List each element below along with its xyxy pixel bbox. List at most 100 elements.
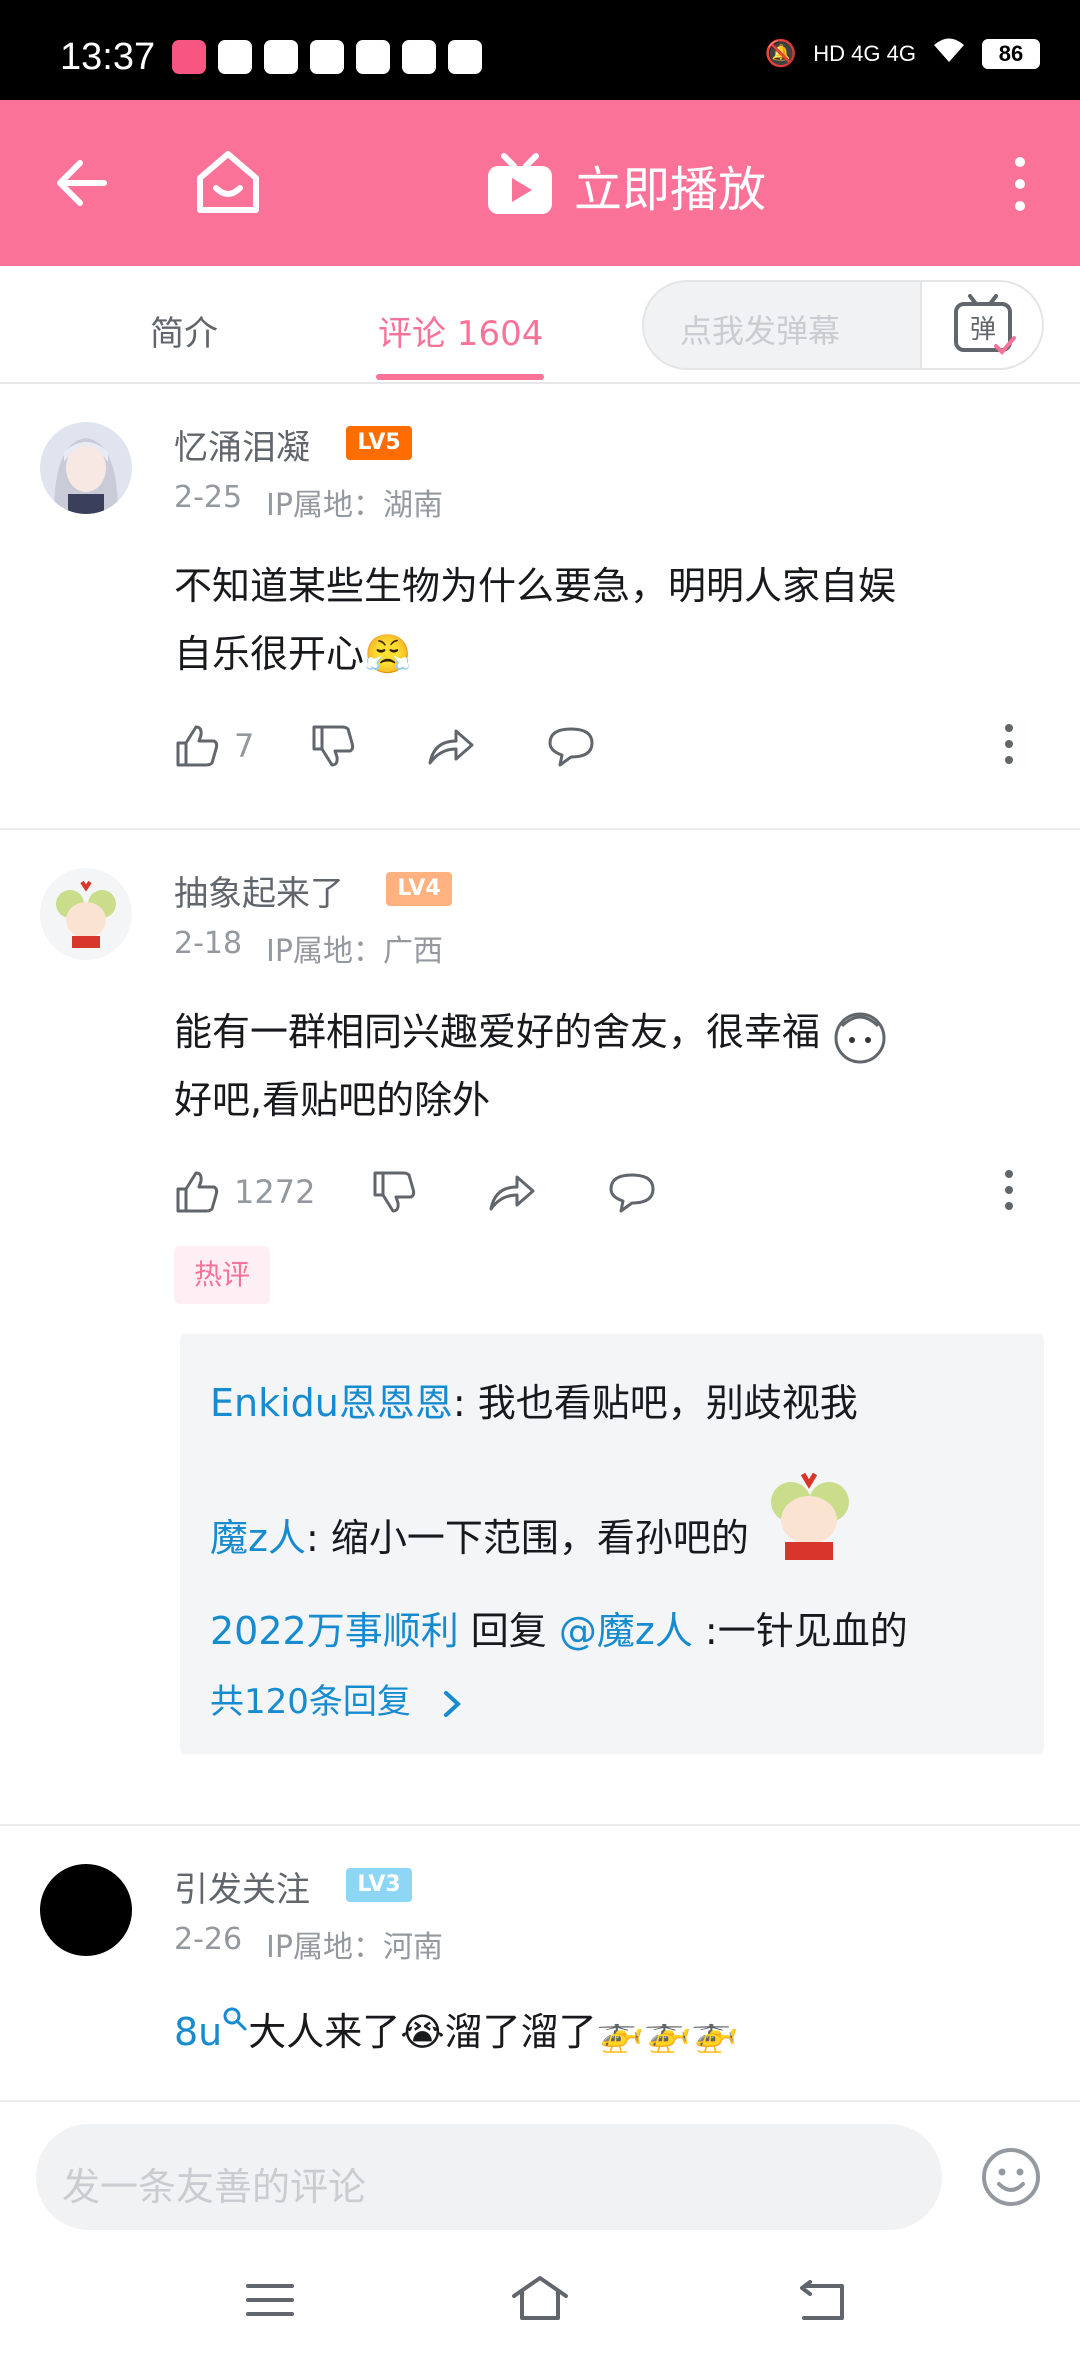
battery-indicator: 86 [982,38,1040,69]
like-button[interactable]: 1272 [174,1169,315,1215]
more-vertical-icon [1005,724,1013,764]
like-button[interactable]: 7 [174,723,254,769]
more-vertical-icon [1005,1170,1013,1210]
danmaku-placeholder: 点我发弹幕 [680,312,841,350]
danmaku-toggle-button[interactable]: 弹 [920,282,1042,368]
comment-bubble-icon [548,727,594,767]
divider [0,828,1080,830]
compass-notification-icon [356,40,390,74]
reply-mention[interactable]: @魔z人 [559,1609,693,1653]
search-link[interactable]: 8u [174,2010,222,2054]
comment-bubble-icon [609,1173,655,1213]
reply-mid: 回复 [458,1609,559,1653]
crown-notification-icon [264,40,298,74]
notification-icons [172,40,482,74]
back-return-icon [800,2280,844,2320]
play-notification-icon [310,40,344,74]
more-menu-button[interactable] [1010,156,1030,212]
comment-username[interactable]: 抽象起来了 [174,866,344,915]
reply-text: : 缩小一下范围，看孙吧的 [305,1516,749,1560]
system-home-button[interactable] [510,2274,570,2328]
view-all-replies-link[interactable]: 共120条回复 [210,1674,464,1723]
dislike-button[interactable] [310,723,370,769]
level-badge: LV4 [386,872,452,906]
recent-apps-button[interactable] [246,2280,294,2324]
avatar-chibi-image [40,868,132,960]
chevron-right-icon [443,1690,461,1717]
emoji-button[interactable] [980,2146,1042,2208]
share-icon [428,729,474,765]
avatar[interactable] [40,422,132,514]
comment-username[interactable]: 引发关注 [174,1862,310,1911]
reply-button[interactable] [607,1169,671,1215]
comment-text-line: 不知道某些生物为什么要急，明明人家自娱 [174,564,897,608]
comment-date: 2-18 [174,926,243,961]
emoji-sticker: 😤 [364,632,412,676]
thumbs-down-icon [373,1171,416,1213]
hot-comment-badge: 热评 [174,1246,270,1304]
comment-text: 不知道某些生物为什么要急，明明人家自娱 自乐很开心😤 [174,552,1044,688]
system-back-button[interactable] [796,2280,848,2328]
share-button[interactable] [487,1169,551,1215]
status-bar: 13:37 🔕 HD 4G 4G 86 [0,0,1080,100]
system-nav-bar [0,2240,1080,2376]
tab-intro[interactable]: 简介 [150,306,218,355]
comment-date: 2-26 [174,1922,243,1957]
divider [0,1824,1080,1826]
wifi-icon [932,36,966,71]
thumbs-down-icon [312,725,355,767]
bilibili-notification-icon [172,40,206,74]
back-arrow-icon [57,160,107,206]
home-button[interactable] [192,148,264,218]
play-now-button[interactable]: 立即播放 [484,150,766,220]
status-right: 🔕 HD 4G 4G 86 [765,36,1040,71]
comment-ip: IP属地：湖南 [266,488,443,523]
comment-ip: IP属地：广西 [266,934,443,969]
level-badge: LV5 [346,426,412,460]
comment-more-button[interactable] [1004,724,1014,768]
reply-text: : 我也看贴吧，别歧视我 [452,1381,858,1425]
reply-item[interactable]: Enkidu恩恩恩: 我也看贴吧，别歧视我 [210,1372,858,1427]
tab-bar: 简介 评论 1604 点我发弹幕 弹 [0,266,1080,384]
more-replies-label: 共120条回复 [210,1682,411,1722]
more-vertical-icon [1015,157,1025,211]
svg-text:弹: 弹 [970,315,996,345]
tab-comments[interactable]: 评论 1604 [378,306,543,355]
network-label: HD 4G 4G [813,40,916,66]
chibi-sticker-icon [770,1472,849,1560]
reply-username[interactable]: 魔z人 [210,1516,306,1560]
comment-text-line: 好吧,看贴吧的除外 [174,1078,491,1122]
comment-actions: 7 [174,716,1014,776]
comment-username[interactable]: 忆涌泪凝 [174,420,310,469]
top-bar: 立即播放 [0,100,1080,266]
reply-username[interactable]: 2022万事顺利 [210,1609,459,1653]
share-icon [489,1175,535,1211]
dislike-button[interactable] [371,1169,431,1215]
avatar[interactable] [40,1864,132,1956]
home-icon [197,151,259,213]
search-icon [223,2007,247,2031]
active-tab-indicator [376,374,544,380]
play-now-label: 立即播放 [574,162,767,218]
thumbs-up-icon [176,1171,219,1213]
back-button[interactable] [52,150,112,216]
danmaku-input[interactable]: 点我发弹幕 弹 [642,280,1044,370]
reply-username[interactable]: Enkidu恩恩恩 [210,1381,453,1425]
reply-preview-box[interactable]: Enkidu恩恩恩: 我也看贴吧，别歧视我 魔z人: 缩小一下范围，看孙吧的 2… [180,1334,1044,1754]
avatar[interactable] [40,868,132,960]
emoji-sticker-icon [834,1012,886,1063]
reply-button[interactable] [546,723,610,769]
comment-input[interactable]: 发一条友善的评论 [36,2124,942,2230]
comment-actions: 1272 [174,1162,1014,1222]
menu-lines-icon [246,2284,294,2316]
avatar-anime-girl-image [40,422,132,514]
reply-item[interactable]: 2022万事顺利 回复 @魔z人 :一针见血的 [210,1600,908,1655]
comment-text-line: 大人来了😭溜了溜了🚁🚁🚁 [248,2010,739,2054]
tieba-notification-icon [218,40,252,74]
reply-text: :一针见血的 [692,1609,908,1653]
reply-item[interactable]: 魔z人: 缩小一下范围，看孙吧的 [210,1462,861,1562]
share-button[interactable] [426,723,490,769]
comment-more-button[interactable] [1004,1170,1014,1214]
comment-date: 2-25 [174,480,243,515]
like-count: 1272 [234,1173,316,1211]
